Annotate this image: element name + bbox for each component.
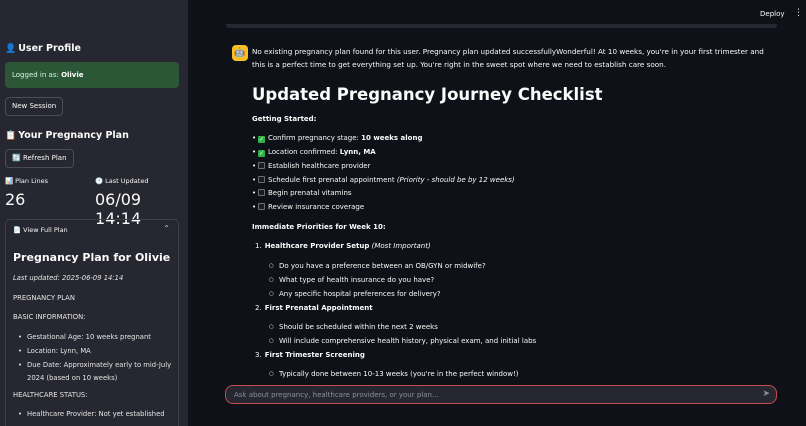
list-item: Should be scheduled within the next 2 we… (269, 323, 438, 331)
refresh-icon: 🔄 (12, 154, 21, 162)
full-plan-expander: 📄 View Full Plan ⌃ Pregnancy Plan for Ol… (5, 219, 179, 426)
assistant-avatar-icon: 🤖 (232, 45, 248, 61)
checklist-title: Updated Pregnancy Journey Checklist (252, 85, 603, 104)
list-item: Healthcare Provider: Not yet established (18, 408, 172, 421)
menu-icon[interactable]: ⋮ (794, 8, 803, 18)
unchecked-box-icon (258, 176, 265, 183)
healthcare-heading: HEALTHCARE STATUS: (13, 391, 88, 399)
checklist-item: Establish healthcare provider (252, 162, 370, 170)
clock-icon: 🕐 (95, 177, 104, 185)
plan-last-updated: Last updated: 2025-06-09 14:14 (13, 274, 124, 282)
sidebar: 👤 User Profile Logged in as: Olivie New S… (0, 0, 188, 426)
list-item: What type of health insurance do you hav… (269, 276, 434, 284)
plan-heading-text: PREGNANCY PLAN (13, 294, 75, 302)
list-item: Location: Lynn, MA (18, 345, 172, 358)
metric-plan-lines-label: 📊 Plan Lines (5, 177, 48, 185)
clipboard-icon: 📋 (5, 131, 17, 141)
unchecked-box-icon (258, 162, 265, 169)
list-item: Will include comprehensive health histor… (269, 337, 536, 345)
new-session-button[interactable]: New Session (5, 97, 64, 116)
priorities-heading: Immediate Priorities for Week 10: (252, 223, 386, 231)
list-item: Do you have a preference between an OB/G… (269, 262, 486, 270)
user-profile-heading: 👤 User Profile (5, 43, 81, 54)
metric-plan-lines-value: 26 (5, 190, 26, 209)
list-item: Gestational Age: 10 weeks pregnant (18, 331, 172, 344)
chevron-up-icon[interactable]: ⌃ (163, 224, 170, 233)
metric-last-updated-label: 🕐 Last Updated (95, 177, 149, 185)
list-item: Due Date: Approximately early to mid-Jul… (18, 359, 172, 385)
refresh-plan-button[interactable]: 🔄 Refresh Plan (5, 149, 74, 168)
login-status-box: Logged in as: Olivie (5, 62, 179, 88)
user-icon: 👤 (5, 44, 17, 54)
send-icon[interactable]: ➤ (762, 389, 770, 399)
chat-input-container: ➤ (225, 385, 777, 404)
priority-item: 1. Healthcare Provider Setup (Most Import… (255, 242, 431, 250)
deploy-button[interactable]: Deploy (760, 10, 785, 18)
scroll-container-edge (226, 24, 777, 28)
document-icon: 📄 (13, 226, 22, 234)
plan-heading: 📋 Your Pregnancy Plan (5, 130, 129, 141)
bottom-fade (188, 376, 806, 384)
username: Olivie (61, 71, 84, 79)
priority-item: 2. First Prenatal Appointment (255, 304, 373, 312)
assistant-message-intro: No existing pregnancy plan found for thi… (252, 47, 764, 69)
checklist-item: Confirm pregnancy stage: 10 weeks along (252, 134, 422, 143)
list-item: Any specific hospital preferences for de… (269, 290, 441, 298)
unchecked-box-icon (258, 203, 265, 210)
plan-title: Pregnancy Plan for Olivie (13, 251, 171, 264)
checked-box-icon (258, 136, 265, 143)
checked-box-icon (258, 150, 265, 157)
expander-header[interactable]: 📄 View Full Plan (13, 226, 68, 234)
chart-icon: 📊 (5, 177, 14, 185)
basic-info-heading: BASIC INFORMATION: (13, 313, 86, 321)
checklist-item: Location confirmed: Lynn, MA (252, 148, 376, 157)
checklist-item: Review insurance coverage (252, 203, 364, 211)
chat-input[interactable] (234, 389, 754, 401)
checklist-item: Schedule first prenatal appointment (Pri… (252, 176, 515, 184)
unchecked-box-icon (258, 189, 265, 196)
getting-started-heading: Getting Started: (252, 115, 317, 123)
checklist-item: Begin prenatal vitamins (252, 189, 352, 197)
priority-item: 3. First Trimester Screening (255, 351, 365, 359)
